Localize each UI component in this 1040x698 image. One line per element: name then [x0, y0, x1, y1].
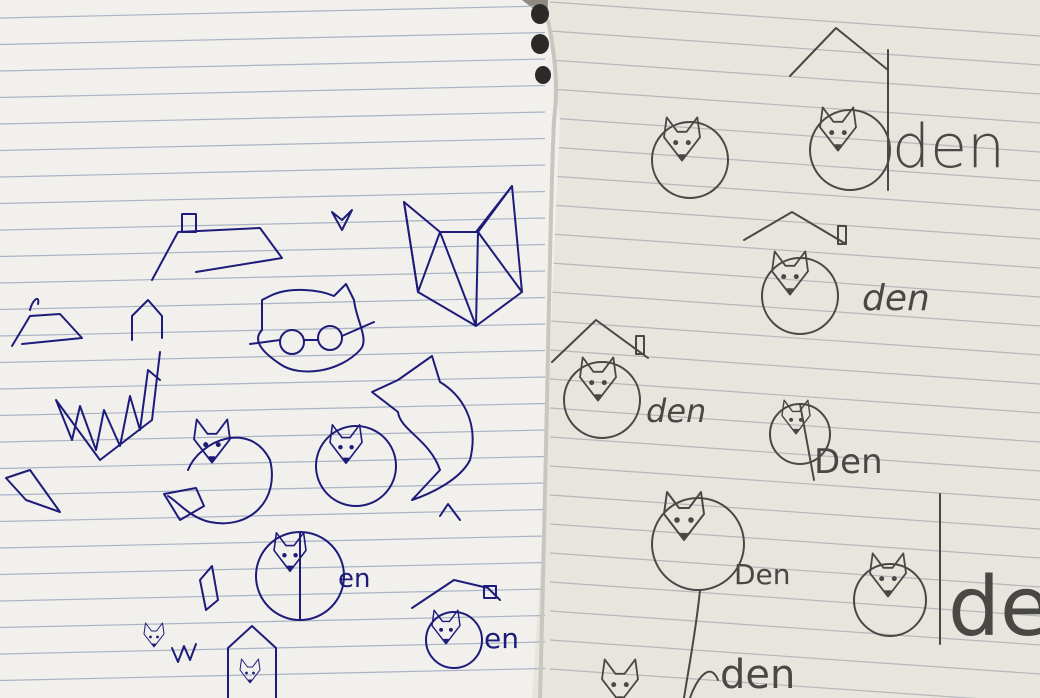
punch-hole: [531, 34, 549, 54]
punch-hole: [531, 4, 549, 24]
den-label: den: [646, 392, 707, 430]
left-paper-sheet: [0, 0, 560, 698]
den-label: en: [668, 98, 669, 99]
sketch-drawing: [0, 0, 1040, 698]
punch-hole: [535, 66, 551, 84]
den-label: den: [892, 112, 1006, 182]
den-label: den: [862, 278, 930, 319]
den-label: de: [948, 560, 1040, 655]
den-label: en: [338, 564, 371, 594]
den-label: Den: [734, 558, 791, 591]
notebook-sketch-photo: en en den den den Den Den den de en: [0, 0, 1040, 698]
den-label: Den: [814, 442, 883, 482]
den-label: en: [484, 622, 519, 655]
den-label: den: [720, 652, 796, 698]
